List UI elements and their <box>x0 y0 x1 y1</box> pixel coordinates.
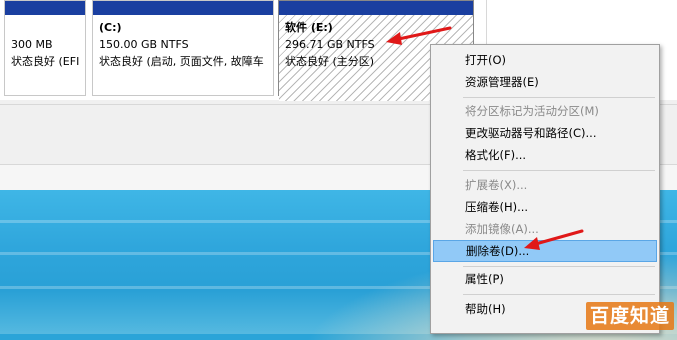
partition-header-bar <box>93 1 273 15</box>
partition-status: 状态良好 (启动, 页面文件, 故障车 <box>99 55 264 68</box>
watermark-logo: 百度知道 <box>586 302 675 330</box>
partition-title: (C:) <box>99 21 122 34</box>
partition-size: 300 MB <box>11 38 53 51</box>
menu-item-explorer[interactable]: 资源管理器(E) <box>433 71 657 93</box>
partition-title <box>11 19 79 36</box>
partition-size: 150.00 GB NTFS <box>99 38 189 51</box>
menu-separator <box>463 294 655 295</box>
menu-item-open[interactable]: 打开(O) <box>433 49 657 71</box>
disk-partition-row: 300 MB 状态良好 (EFI (C:) 150.00 GB NTFS 状态良… <box>0 0 486 101</box>
menu-item-shrink-volume[interactable]: 压缩卷(H)... <box>433 196 657 218</box>
partition-status: 状态良好 (EFI <box>11 55 80 68</box>
partition-efi[interactable]: 300 MB 状态良好 (EFI <box>4 0 86 96</box>
context-menu: 打开(O) 资源管理器(E) 将分区标记为活动分区(M) 更改驱动器号和路径(C… <box>430 44 660 334</box>
menu-separator <box>463 97 655 98</box>
menu-item-mark-active[interactable]: 将分区标记为活动分区(M) <box>433 100 657 122</box>
annotation-arrow-icon <box>524 229 584 250</box>
menu-item-change-drive-letter[interactable]: 更改驱动器号和路径(C)... <box>433 122 657 144</box>
menu-separator <box>463 170 655 171</box>
menu-item-format[interactable]: 格式化(F)... <box>433 144 657 166</box>
menu-separator <box>463 266 655 267</box>
menu-item-extend-volume[interactable]: 扩展卷(X)... <box>433 174 657 196</box>
partition-header-bar <box>279 1 473 15</box>
partition-header-bar <box>5 1 85 15</box>
partition-c[interactable]: (C:) 150.00 GB NTFS 状态良好 (启动, 页面文件, 故障车 <box>92 0 274 96</box>
menu-item-properties[interactable]: 属性(P) <box>433 268 657 290</box>
